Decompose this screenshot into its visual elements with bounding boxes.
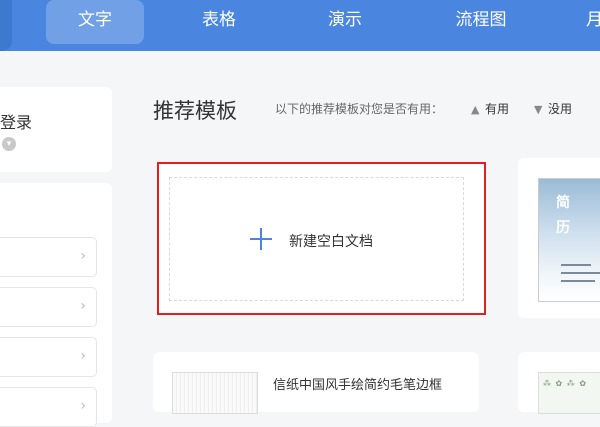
useful-label: 有用 — [485, 102, 510, 116]
chevron-right-icon: › — [80, 298, 86, 314]
thumbs-down-icon: ▼ — [534, 103, 543, 116]
template-thumbnail[interactable]: ⁂ ✿ ⁂ ✿ — [538, 372, 600, 414]
resume-text-line — [561, 264, 591, 266]
new-blank-document-label: 新建空白文档 — [289, 234, 373, 250]
useless-label: 没用 — [548, 102, 573, 116]
letter-template-card[interactable]: 信纸中国风手绘简约毛笔边框 — [153, 352, 479, 414]
thumbs-up-icon: ▲ — [471, 103, 480, 116]
chevron-down-icon[interactable]: ▾ — [2, 137, 16, 151]
resume-text-line — [561, 280, 595, 282]
top-nav-bar: 文字 表格 演示 流程图 月 — [0, 0, 600, 51]
tab-more[interactable]: 月 — [586, 0, 600, 44]
blank-document-area[interactable]: 新建空白文档 — [169, 177, 464, 301]
letter-template-title[interactable]: 信纸中国风手绘简约毛笔边框 — [273, 374, 442, 393]
tab-text[interactable]: 文字 — [46, 0, 144, 44]
letter-template-thumbnail[interactable] — [172, 372, 258, 414]
left-menu-item[interactable]: › — [0, 337, 97, 377]
tab-sheet[interactable]: 表格 — [178, 0, 260, 44]
useless-button[interactable]: ▼ 没用 — [534, 100, 572, 117]
resume-template-card[interactable]: 简 历 — [518, 158, 600, 318]
resume-template-thumbnail[interactable]: 简 历 — [538, 178, 600, 302]
plus-icon — [250, 228, 272, 250]
chevron-right-icon: › — [80, 348, 86, 364]
template-card[interactable]: ⁂ ✿ ⁂ ✿ — [518, 352, 600, 414]
section-title: 推荐模板 — [153, 99, 237, 123]
new-blank-document-card[interactable]: 新建空白文档 — [157, 162, 486, 315]
resume-title-char: 历 — [556, 220, 570, 236]
tab-presentation[interactable]: 演示 — [305, 0, 385, 44]
login-card[interactable]: 登录 ▾ — [0, 87, 112, 172]
chevron-right-icon: › — [80, 398, 86, 414]
left-menu-item[interactable]: › — [0, 387, 97, 427]
chevron-right-icon: › — [80, 248, 86, 264]
left-menu-panel: › › › › — [0, 183, 112, 427]
decorative-border: ⁂ ✿ ⁂ ✿ — [543, 379, 588, 388]
login-label[interactable]: 登录 — [0, 109, 32, 133]
resume-text-line — [561, 272, 600, 274]
left-menu-item[interactable]: › — [0, 237, 97, 277]
left-menu-item[interactable]: › — [0, 287, 97, 327]
resume-title-char: 简 — [556, 195, 570, 211]
tab-flowchart[interactable]: 流程图 — [440, 0, 522, 44]
feedback-question: 以下的推荐模板对您是否有用： — [275, 102, 444, 116]
useful-button[interactable]: ▲ 有用 — [471, 100, 509, 117]
